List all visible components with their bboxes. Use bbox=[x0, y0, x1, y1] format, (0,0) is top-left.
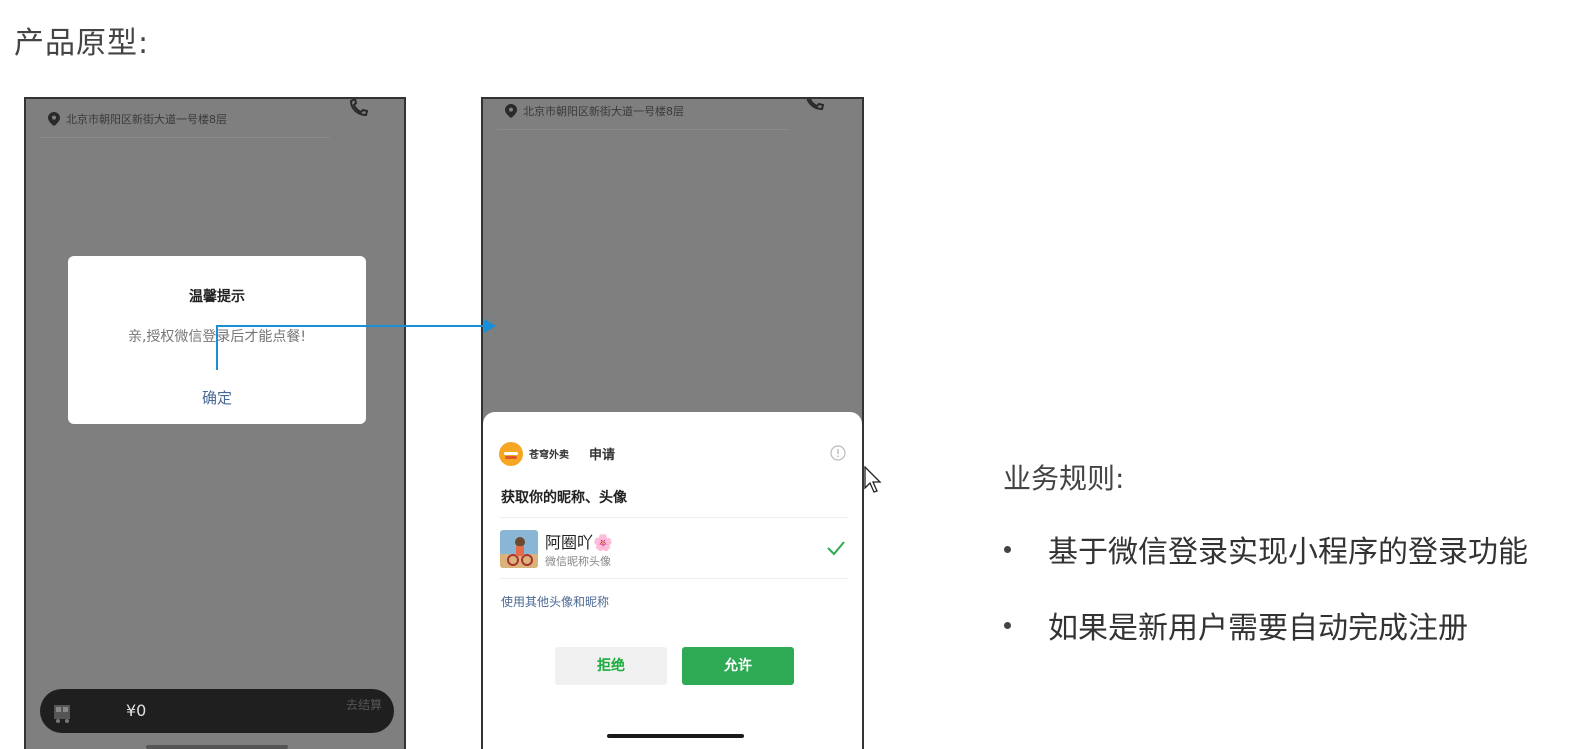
home-indicator bbox=[607, 734, 744, 738]
page-heading: 产品原型: bbox=[14, 26, 150, 61]
phone-prototype-login-prompt: 北京市朝阳区新街大道一号楼8层 温馨提示 亲,授权微信登录后才能点餐! 确定 ¥… bbox=[24, 97, 406, 749]
cart-price: ¥0 bbox=[126, 701, 147, 720]
app-logo-icon bbox=[499, 442, 523, 466]
phone-icon[interactable] bbox=[348, 99, 370, 117]
phone-prototype-auth-sheet: 北京市朝阳区新街大道一号楼8层 苍穹外卖 申请 获取你的昵称、头像 阿圈吖🌸 微… bbox=[481, 97, 864, 749]
cart-bar[interactable]: ¥0 去结算 bbox=[40, 689, 394, 733]
home-indicator bbox=[146, 745, 288, 749]
rule-text: 如果是新用户需要自动完成注册 bbox=[1048, 611, 1468, 646]
location-pin-icon bbox=[505, 104, 517, 118]
request-label: 申请 bbox=[589, 448, 616, 463]
allow-button[interactable]: 允许 bbox=[682, 647, 794, 685]
address-bar[interactable]: 北京市朝阳区新街大道一号楼8层 bbox=[40, 101, 330, 138]
cart-icon bbox=[54, 705, 70, 723]
divider bbox=[499, 517, 848, 518]
rule-item: 基于微信登录实现小程序的登录功能 bbox=[1004, 527, 1528, 571]
check-icon bbox=[827, 541, 845, 556]
bullet-icon bbox=[1004, 545, 1011, 553]
rules-title: 业务规则: bbox=[1003, 462, 1125, 495]
divider bbox=[499, 578, 848, 579]
avatar bbox=[500, 530, 538, 568]
confirm-button[interactable]: 确定 bbox=[68, 387, 366, 408]
phone-icon[interactable] bbox=[804, 97, 826, 111]
wechat-nickname: 阿圈吖🌸 bbox=[545, 533, 613, 552]
address-text: 北京市朝阳区新街大道一号楼8层 bbox=[66, 113, 227, 126]
address-bar[interactable]: 北京市朝阳区新街大道一号楼8层 bbox=[497, 99, 788, 130]
rule-text: 基于微信登录实现小程序的登录功能 bbox=[1048, 535, 1528, 570]
rule-item: 如果是新用户需要自动完成注册 bbox=[1004, 603, 1468, 647]
login-prompt-dialog: 温馨提示 亲,授权微信登录后才能点餐! 确定 bbox=[68, 256, 366, 424]
reject-button[interactable]: 拒绝 bbox=[555, 647, 667, 685]
cursor-icon bbox=[864, 466, 882, 493]
sheet-title: 获取你的昵称、头像 bbox=[501, 490, 627, 506]
bullet-icon bbox=[1004, 621, 1011, 629]
app-name: 苍穹外卖 bbox=[529, 450, 569, 461]
dialog-title: 温馨提示 bbox=[189, 289, 245, 305]
info-icon[interactable] bbox=[830, 445, 846, 461]
location-pin-icon bbox=[48, 112, 60, 126]
checkout-button[interactable]: 去结算 bbox=[346, 696, 382, 713]
nickname-caption: 微信昵称头像 bbox=[545, 555, 611, 568]
dialog-message: 亲,授权微信登录后才能点餐! bbox=[127, 329, 307, 345]
use-other-avatar-link[interactable]: 使用其他头像和昵称 bbox=[501, 593, 609, 610]
authorization-sheet: 苍穹外卖 申请 获取你的昵称、头像 阿圈吖🌸 微信昵称头像 使用其他头像和昵称 bbox=[483, 412, 862, 749]
address-text: 北京市朝阳区新街大道一号楼8层 bbox=[523, 105, 684, 118]
